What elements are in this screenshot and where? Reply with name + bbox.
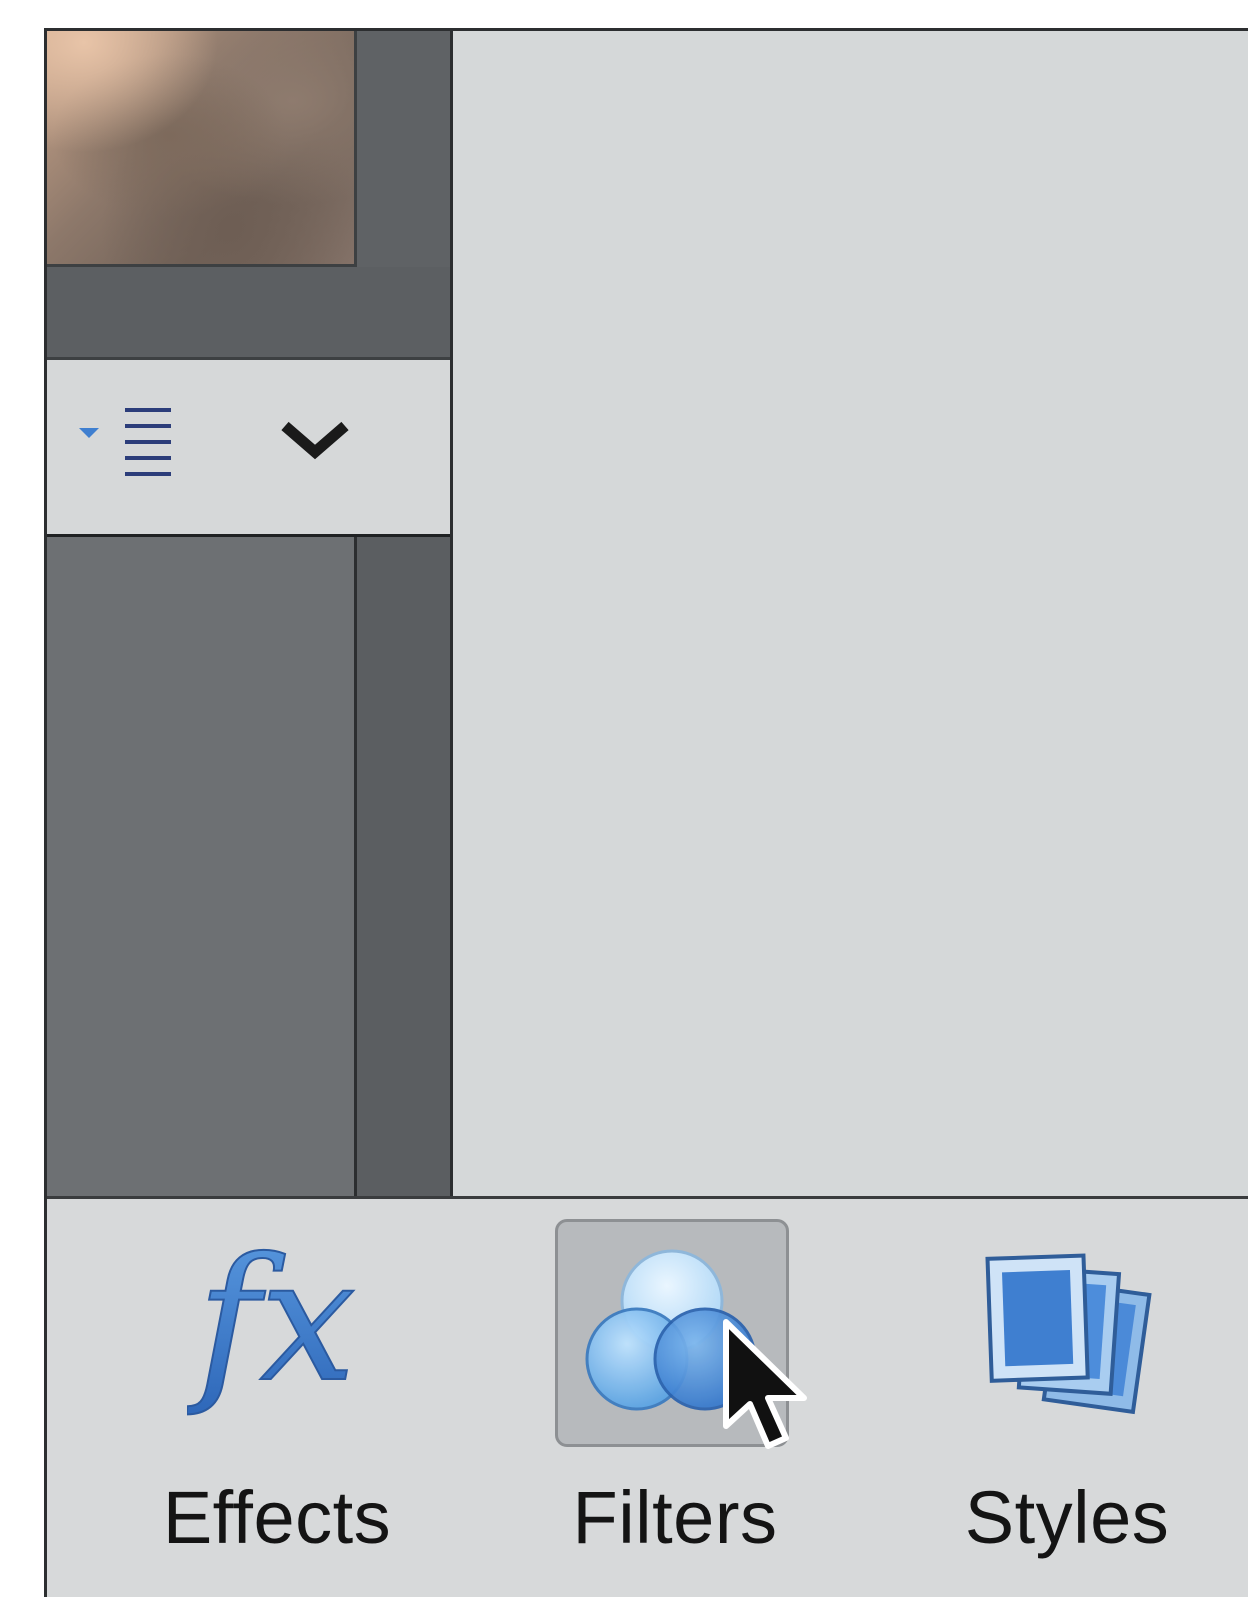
list-toolbar — [47, 357, 450, 537]
list-view-icon — [79, 408, 171, 476]
list-view-button[interactable] — [73, 404, 183, 480]
app-window: fx Effects Filters Styles — [44, 28, 1248, 1597]
styles-stack-icon — [985, 1253, 1152, 1415]
panel-scrollbar[interactable] — [354, 537, 450, 1223]
thumbnail-strip-gap — [47, 267, 450, 357]
photo-thumbnail[interactable] — [47, 31, 357, 267]
effects-label: Effects — [162, 1476, 392, 1559]
layer-list-area[interactable] — [47, 537, 357, 1223]
filters-button[interactable]: Filters — [525, 1199, 825, 1597]
bottom-panel-bar: fx Effects Filters Styles — [47, 1196, 1248, 1597]
styles-button[interactable]: Styles — [917, 1199, 1217, 1597]
filters-label: Filters — [572, 1476, 778, 1559]
styles-label: Styles — [964, 1476, 1170, 1559]
fx-icon: fx — [187, 1229, 357, 1421]
svg-text:fx: fx — [187, 1229, 356, 1420]
filters-circles-icon — [585, 1249, 757, 1411]
effects-button[interactable]: fx Effects — [127, 1199, 427, 1597]
panel-options-dropdown[interactable] — [275, 412, 355, 472]
left-panel — [47, 31, 453, 1223]
canvas-area[interactable] — [453, 31, 1248, 1223]
chevron-down-icon — [281, 421, 349, 460]
